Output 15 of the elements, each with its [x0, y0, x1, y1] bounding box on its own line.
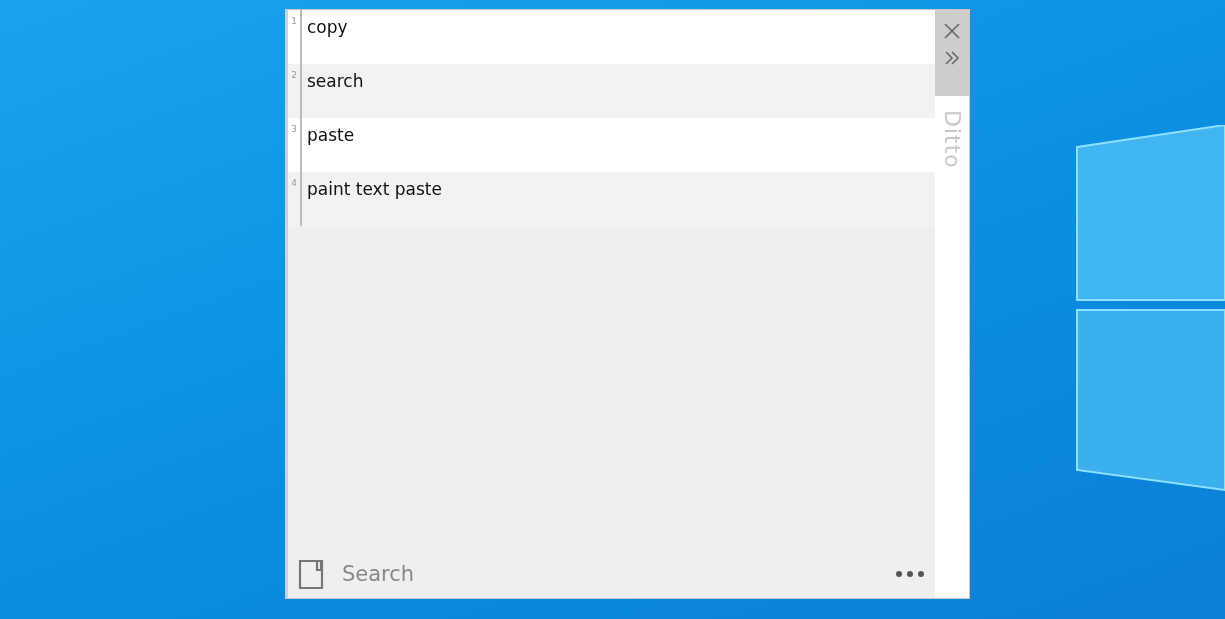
more-button[interactable]: [895, 570, 925, 578]
clip-row[interactable]: 1 copy: [288, 10, 935, 64]
expand-button[interactable]: [944, 50, 960, 66]
close-icon: [943, 22, 961, 40]
clip-text: copy: [307, 16, 348, 37]
more-icon: [895, 570, 925, 578]
double-chevron-icon: [944, 50, 960, 66]
row-number: 4: [288, 172, 302, 226]
clip-row[interactable]: 3 paste: [288, 118, 935, 172]
note-icon: [298, 558, 324, 590]
clip-text: paint text paste: [307, 178, 442, 199]
search-field[interactable]: Search: [340, 561, 879, 587]
clip-text: paste: [307, 124, 355, 145]
close-button[interactable]: [943, 22, 961, 40]
clip-text: search: [307, 70, 364, 91]
